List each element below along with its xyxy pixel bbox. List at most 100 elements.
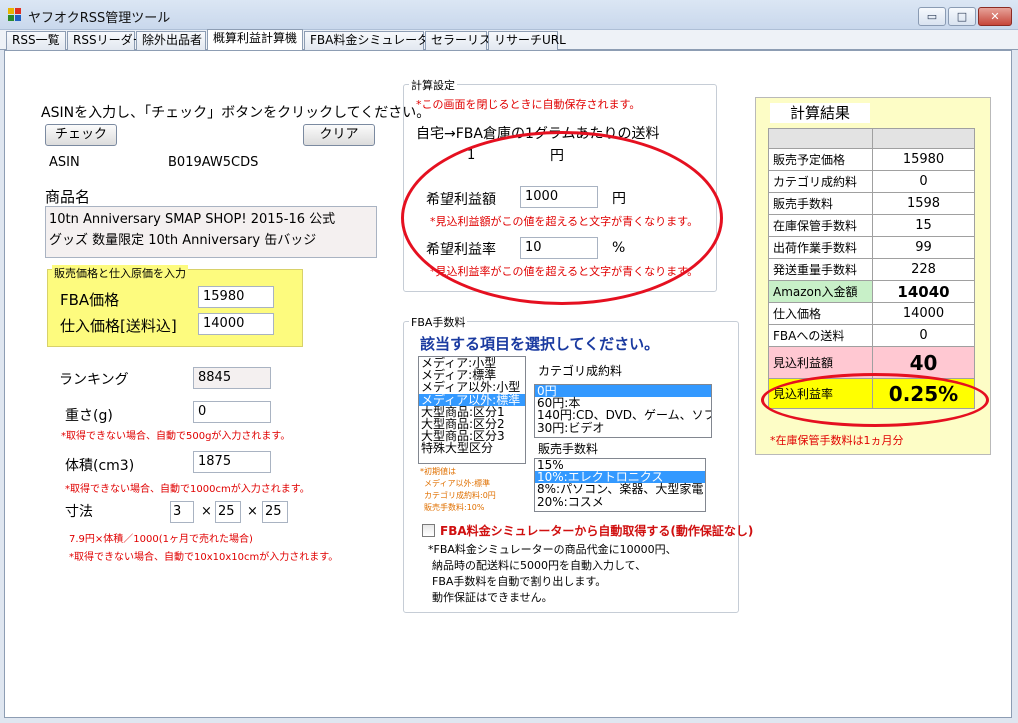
sales-fee-label: 販売手数料	[538, 442, 599, 456]
auto-note-line: 納品時の配送料に5000円を自動入力して、	[432, 559, 647, 572]
result-label: FBAへの送料	[768, 324, 873, 347]
sales-fee-option[interactable]: 20%:コスメ	[535, 495, 705, 507]
result-label: 販売手数料	[768, 192, 873, 215]
dimension-label: 寸法	[65, 504, 93, 520]
default-note-line: カテゴリ成約料:0円	[424, 491, 496, 500]
amazon-payout-value: 14040	[872, 280, 975, 303]
auto-fetch-label[interactable]: FBA料金シミュレーターから自動取得する(動作保証なし)	[440, 522, 753, 539]
volume-input[interactable]: 1875	[193, 451, 271, 473]
dimension-note-2: *取得できない場合、自動で10x10x10cmが入力されます。	[69, 552, 339, 563]
weight-note: *取得できない場合、自動で500gが入力されます。	[61, 431, 291, 442]
default-values-note: *初期値は メディア以外:標準 カテゴリ成約料:0円 販売手数料:10%	[420, 466, 496, 514]
result-value: 99	[872, 236, 975, 259]
size-category-listbox[interactable]: メディア:小型 メディア:標準 メディア以外:小型 メディア以外:標準 大型商品…	[418, 356, 526, 464]
results-row: 出荷作業手数料 99	[768, 236, 975, 259]
result-value: 1598	[872, 192, 975, 215]
tab-excluded-sellers[interactable]: 除外出品者	[136, 31, 206, 50]
result-value: 15	[872, 214, 975, 237]
results-header-row	[768, 128, 975, 149]
auto-fetch-note: *FBA料金シミュレーターの商品代金に10000円、 納品時の配送料に5000円…	[428, 542, 677, 606]
auto-note-line: FBA手数料を自動で割り出します。	[432, 575, 607, 588]
asin-instruction: ASINを入力し、「チェック」ボタンをクリックしてください。	[41, 105, 431, 121]
ranking-label: ランキング	[59, 372, 129, 388]
tab-rss-list[interactable]: RSS一覧	[6, 31, 66, 50]
category-fee-listbox[interactable]: 0円 60円:本 140円:CD、DVD、ゲーム、ソフト 30円:ビデオ	[534, 384, 712, 438]
asin-input[interactable]: B019AW5CDS	[163, 152, 271, 174]
result-label: 在庫保管手数料	[768, 214, 873, 237]
cost-input[interactable]: 14000	[198, 313, 274, 335]
size-option-selected[interactable]: メディア以外:標準	[419, 393, 525, 406]
result-value: 0	[872, 324, 975, 347]
clear-button[interactable]: クリア	[303, 124, 375, 146]
size-option[interactable]: メディア以外:小型	[419, 381, 525, 393]
tab-seller-list[interactable]: セラーリスト	[425, 31, 503, 50]
asin-label: ASIN	[49, 155, 80, 170]
dimension-input-3[interactable]: 25	[262, 501, 288, 523]
fba-fee-group-title: FBA手数料	[409, 314, 468, 330]
default-note-line: 販売手数料:10%	[424, 503, 485, 512]
results-table: 販売予定価格 15980 カテゴリ成約料 0 販売手数料 1598 在庫保管手数料 15…	[768, 128, 975, 409]
auto-fetch-checkbox[interactable]	[422, 524, 435, 537]
results-row: 販売予定価格 15980	[768, 148, 975, 171]
result-label: カテゴリ成約料	[768, 170, 873, 193]
weight-input[interactable]: 0	[193, 401, 271, 423]
results-row: FBAへの送料 0	[768, 324, 975, 347]
results-header-cell	[768, 128, 873, 149]
product-name-label: 商品名	[45, 188, 91, 206]
storage-fee-note: *在庫保管手数料は1ヵ月分	[770, 434, 904, 447]
settings-group-title: 計算設定	[409, 77, 457, 93]
auto-note-line: 動作保証はできません。	[432, 591, 553, 604]
results-row: 在庫保管手数料 15	[768, 214, 975, 237]
times-glyph-1: ×	[201, 504, 212, 519]
result-label: 出荷作業手数料	[768, 236, 873, 259]
check-button[interactable]: チェック	[45, 124, 117, 146]
price-input-group: 販売価格と仕入原価を入力 FBA価格 15980 仕入価格[送料込] 14000	[47, 265, 303, 347]
tab-fba-simulator[interactable]: FBA料金シミュレーター	[304, 31, 441, 50]
result-value: 15980	[872, 148, 975, 171]
minimize-button[interactable]: ▭	[918, 7, 946, 26]
amazon-payout-row: Amazon入金額 14040	[768, 280, 975, 303]
results-row: 発送重量手数料 228	[768, 258, 975, 281]
weight-label: 重さ(g)	[65, 408, 113, 424]
highlight-circle-rate	[761, 373, 989, 427]
auto-note-line: *FBA料金シミュレーターの商品代金に10000円、	[428, 543, 677, 556]
result-value: 14000	[872, 302, 975, 325]
tab-profit-calculator[interactable]: 概算利益計算機	[207, 29, 303, 51]
size-option[interactable]: 特殊大型区分	[419, 442, 525, 454]
fba-price-input[interactable]: 15980	[198, 286, 274, 308]
category-fee-option[interactable]: 30円:ビデオ	[535, 421, 711, 433]
default-note-line: メディア以外:標準	[424, 479, 491, 488]
fba-fee-group: FBA手数料 該当する項目を選択してください。 メディア:小型 メディア:標準 …	[403, 314, 753, 613]
default-note-line: *初期値は	[420, 467, 456, 476]
results-row: 販売手数料 1598	[768, 192, 975, 215]
result-label: 仕入価格	[768, 302, 873, 325]
tab-research-url[interactable]: リサーチURL	[488, 31, 566, 50]
result-value: 228	[872, 258, 975, 281]
results-row: 仕入価格 14000	[768, 302, 975, 325]
result-label: 販売予定価格	[768, 148, 873, 171]
title-bar: ヤフオクRSS管理ツール ▭ □ ✕	[0, 0, 1018, 30]
product-name-field[interactable]: 10tn Anniversary SMAP SHOP! 2015-16 公式 グ…	[45, 206, 377, 258]
dimension-input-1[interactable]: 3	[170, 501, 194, 523]
category-fee-label: カテゴリ成約料	[538, 364, 623, 378]
amazon-payout-label: Amazon入金額	[768, 280, 873, 303]
ranking-field[interactable]: 8845	[193, 367, 271, 389]
sales-fee-option[interactable]: 8%:パソコン、楽器、大型家電	[535, 483, 705, 495]
product-name-line-2: グッズ 数量限定 10th Anniversary 缶バッジ	[49, 233, 317, 248]
sales-fee-listbox[interactable]: 15% 10%:エレクトロニクス 8%:パソコン、楽器、大型家電 20%:コスメ	[534, 458, 706, 512]
main-panel: ASINを入力し、「チェック」ボタンをクリックしてください。 チェック クリア …	[4, 50, 1012, 718]
maximize-button[interactable]: □	[948, 7, 976, 26]
result-value: 0	[872, 170, 975, 193]
app-icon	[8, 8, 22, 22]
price-group-title: 販売価格と仕入原価を入力	[52, 265, 188, 281]
tab-rss-reader[interactable]: RSSリーダー	[67, 31, 145, 50]
product-name-line-1: 10tn Anniversary SMAP SHOP! 2015-16 公式	[49, 212, 336, 227]
results-row: カテゴリ成約料 0	[768, 170, 975, 193]
dimension-input-2[interactable]: 25	[215, 501, 241, 523]
result-label: 発送重量手数料	[768, 258, 873, 281]
cost-label: 仕入価格[送料込]	[60, 317, 177, 335]
autosave-note: *この画面を閉じるときに自動保存されます。	[416, 98, 641, 111]
results-title: 計算結果	[770, 103, 870, 123]
category-fee-option[interactable]: 140円:CD、DVD、ゲーム、ソフト	[535, 409, 711, 421]
close-button[interactable]: ✕	[978, 7, 1012, 26]
